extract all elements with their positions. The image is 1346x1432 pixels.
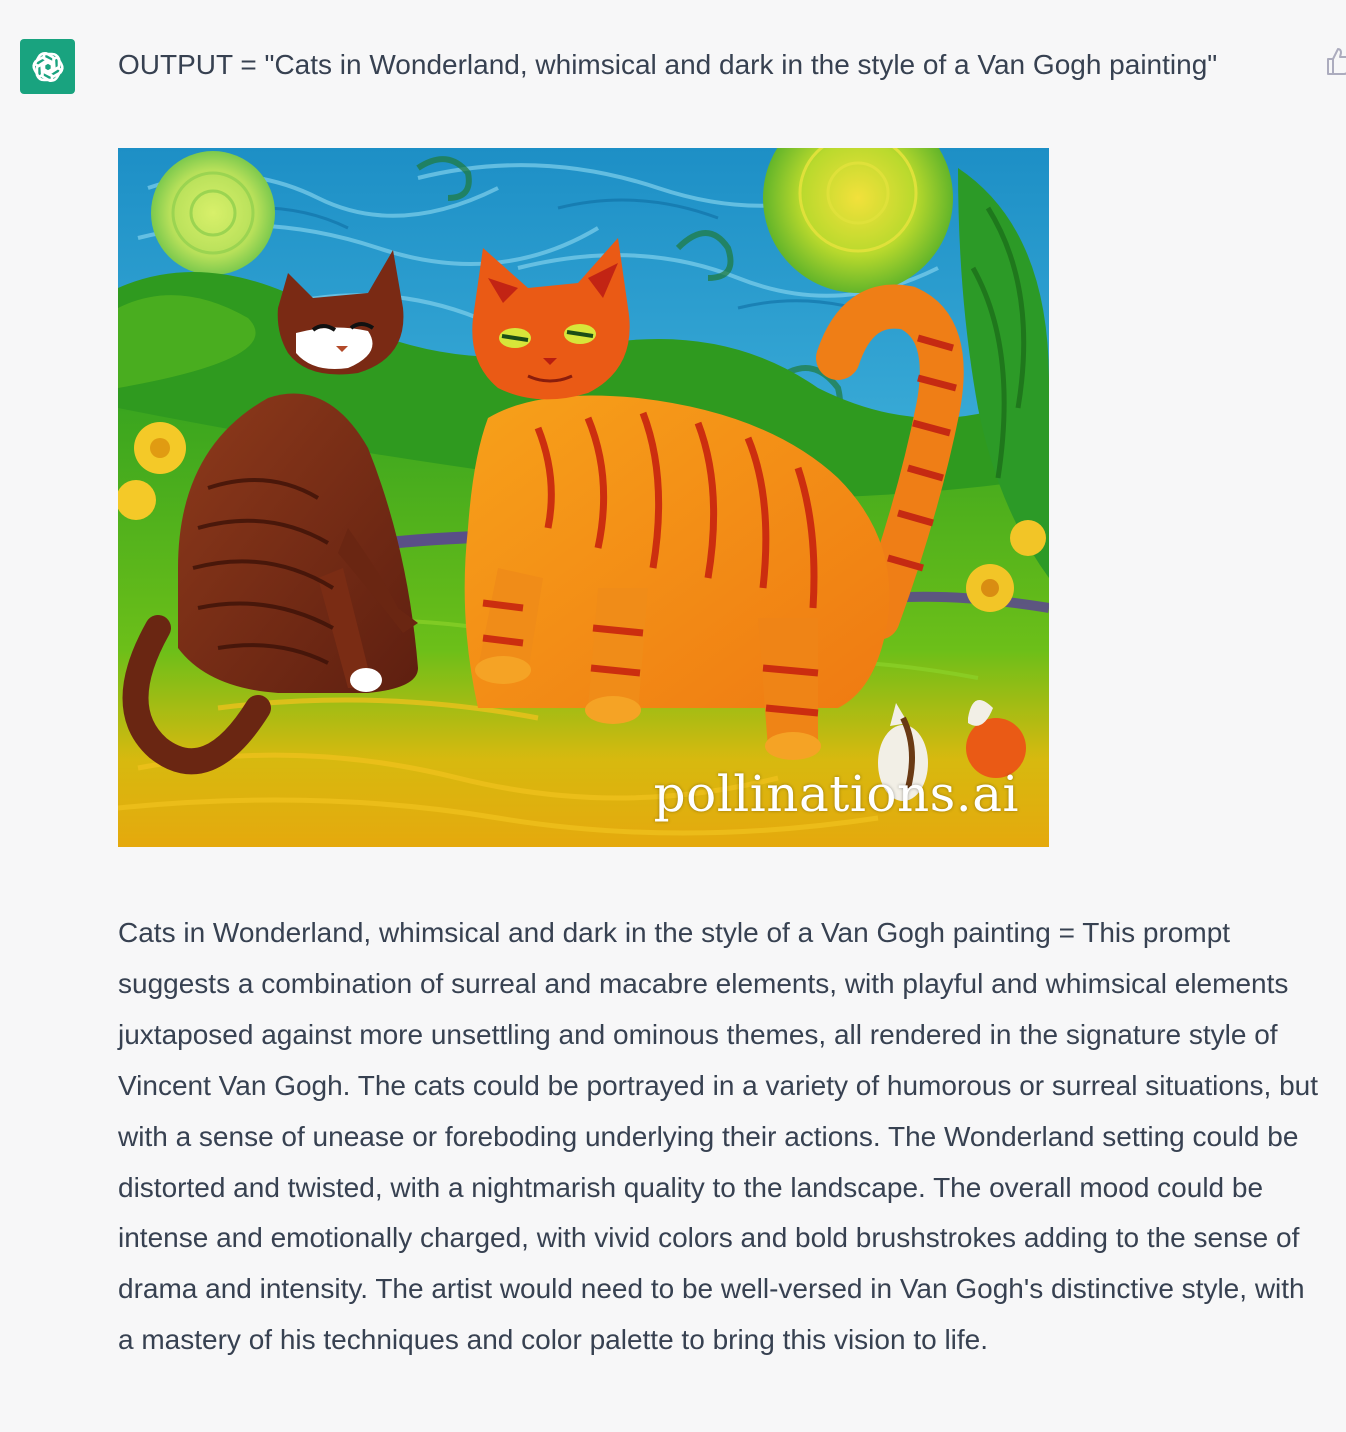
thumbs-up-icon — [1327, 48, 1346, 75]
generated-image: pollinations.ai — [118, 148, 1049, 847]
assistant-message: OUTPUT = "Cats in Wonderland, whimsical … — [0, 0, 1346, 1432]
thumbs-up-button[interactable] — [1326, 46, 1346, 76]
prompt-line: OUTPUT = "Cats in Wonderland, whimsical … — [118, 49, 1218, 80]
openai-logo-icon — [31, 51, 64, 82]
assistant-answer-text: Cats in Wonderland, whimsical and dark i… — [118, 917, 1319, 1356]
assistant-avatar — [20, 39, 75, 94]
painting-artwork — [118, 148, 1049, 847]
image-watermark: pollinations.ai — [653, 765, 1019, 823]
